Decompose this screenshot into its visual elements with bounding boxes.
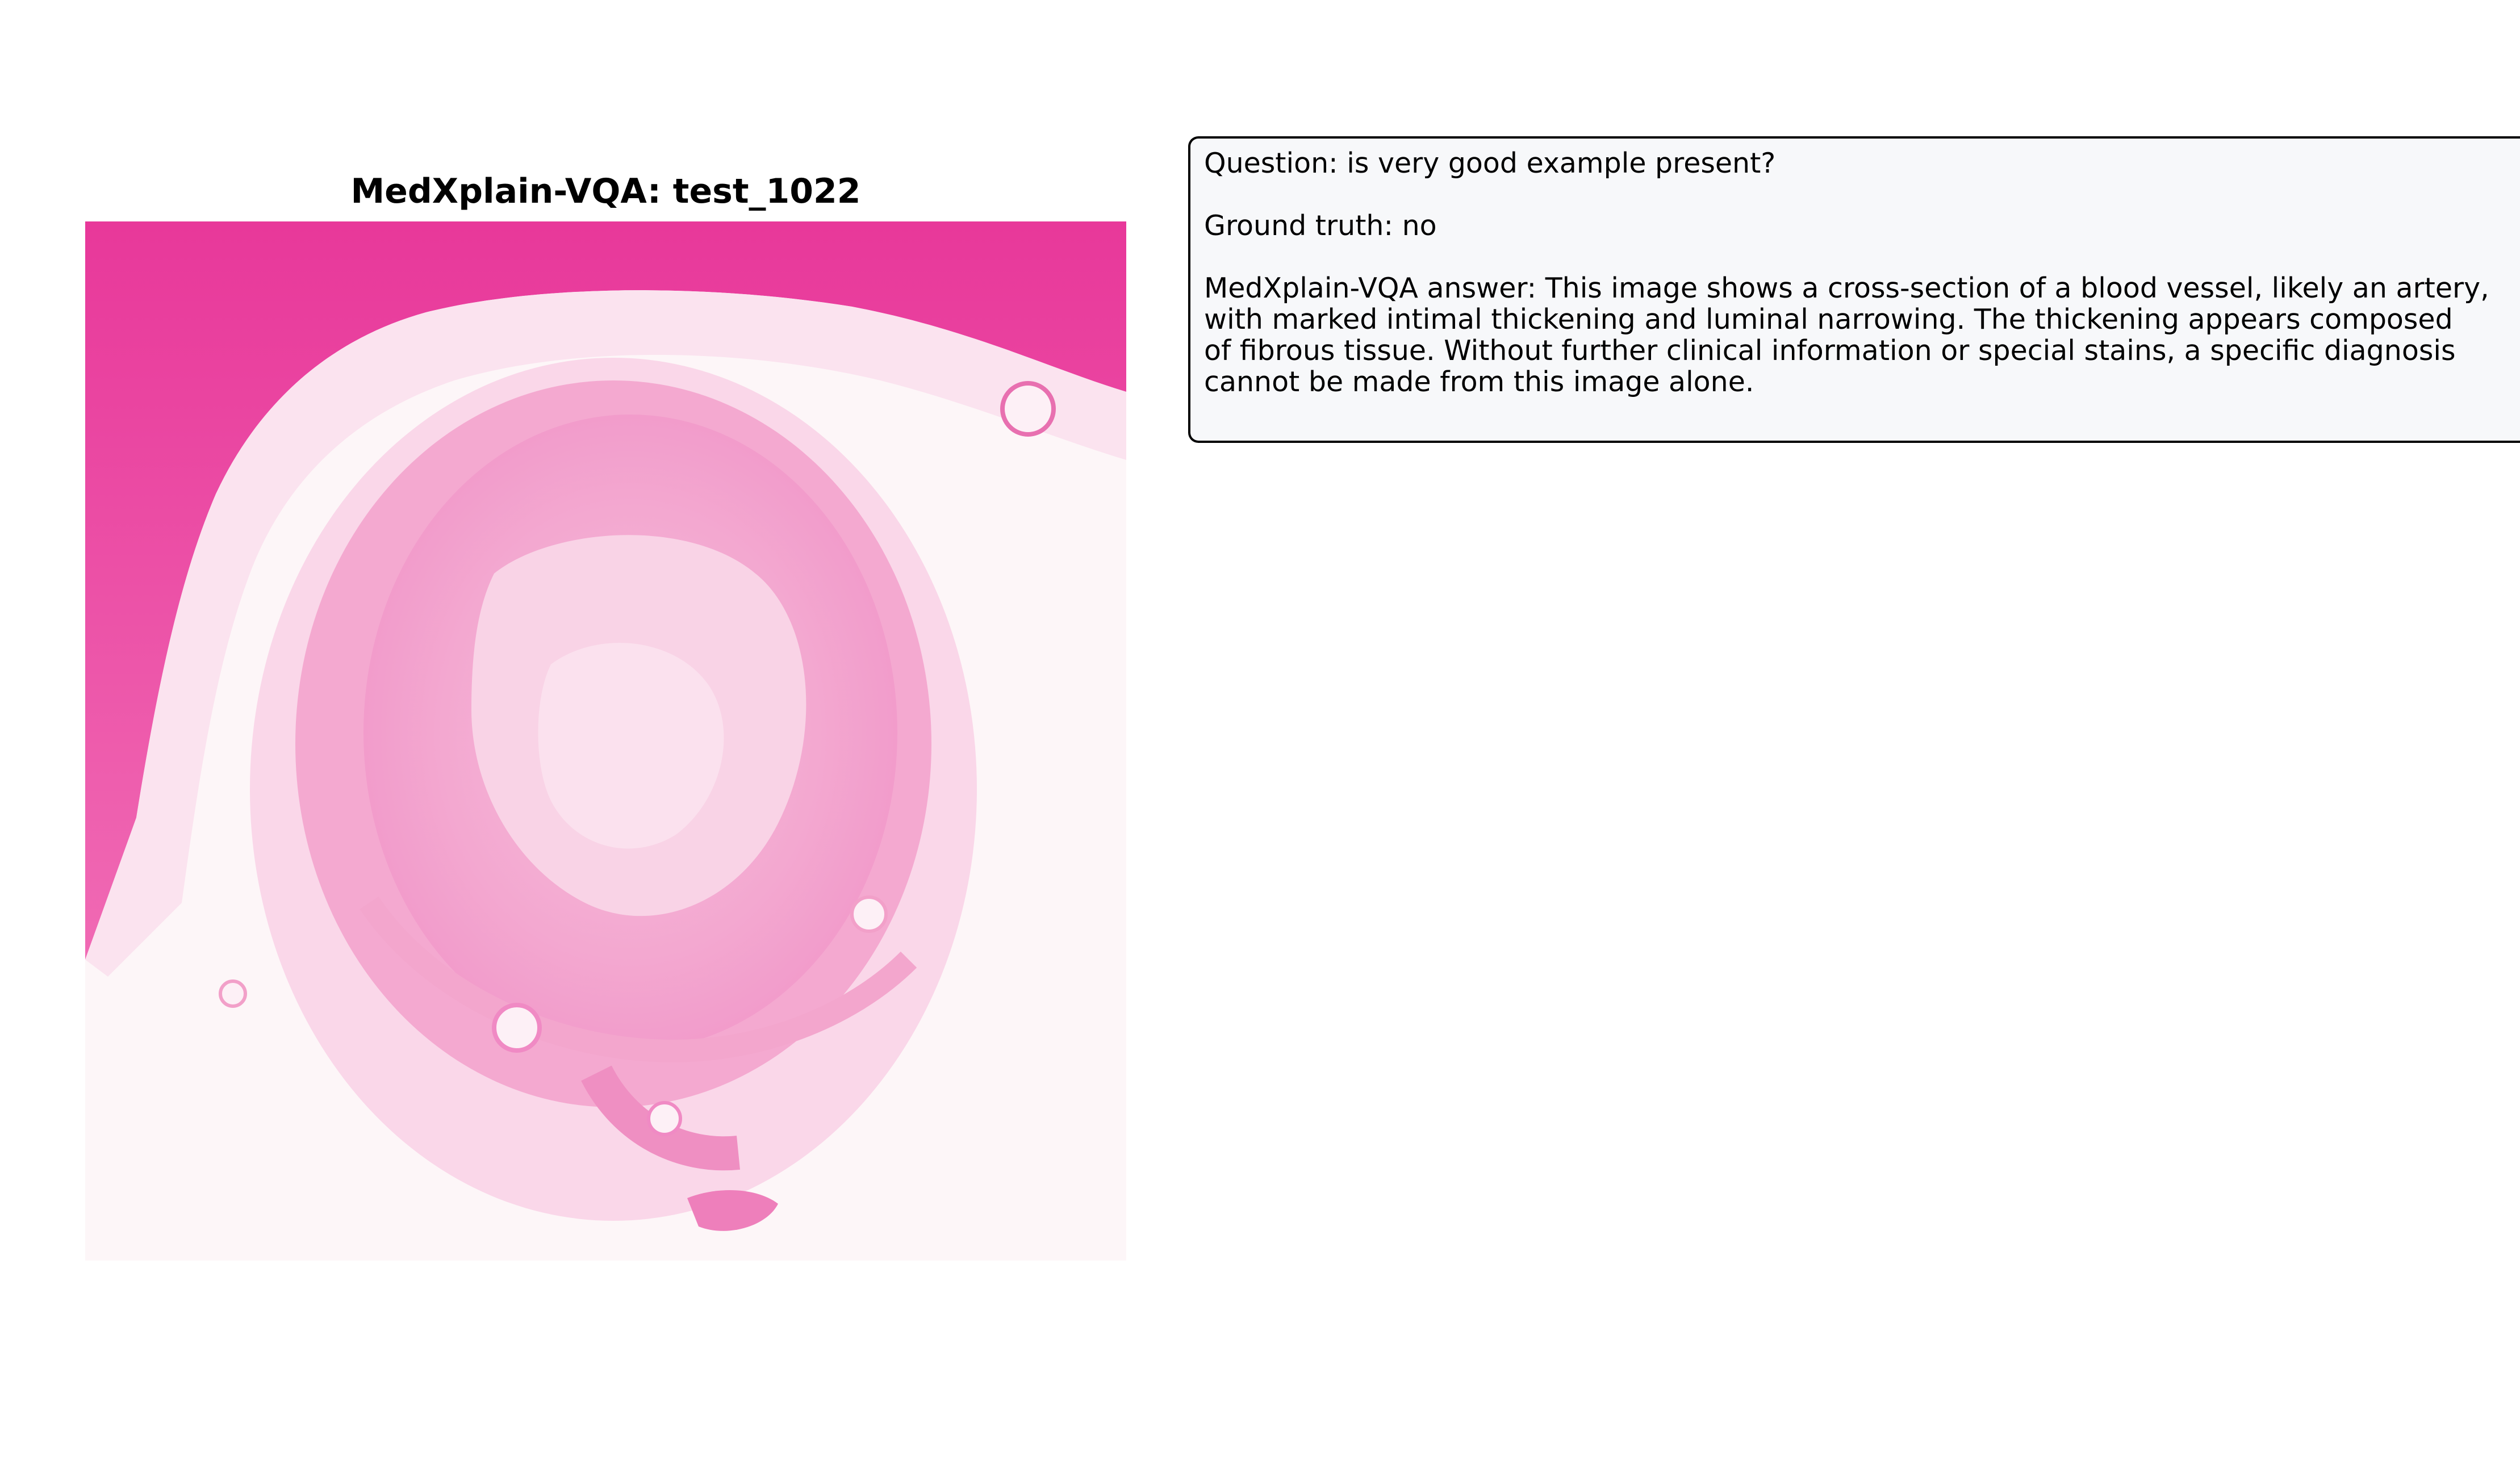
answer-line: MedXplain-VQA answer: This image shows a… xyxy=(1204,272,2489,304)
qa-text-panel: Question: is very good example present? … xyxy=(1188,136,2520,443)
figure-title: MedXplain-VQA: test_1022 xyxy=(350,171,861,211)
ground-truth-text: Ground truth: no xyxy=(1204,210,1437,242)
answer-line: with marked intimal thickening and lumin… xyxy=(1204,303,2453,336)
question-text: Question: is very good example present? xyxy=(1204,147,1776,179)
histology-image xyxy=(85,221,1126,1261)
answer-line: cannot be made from this image alone. xyxy=(1204,366,1754,398)
answer-line: of fibrous tissue. Without further clini… xyxy=(1204,334,2456,367)
